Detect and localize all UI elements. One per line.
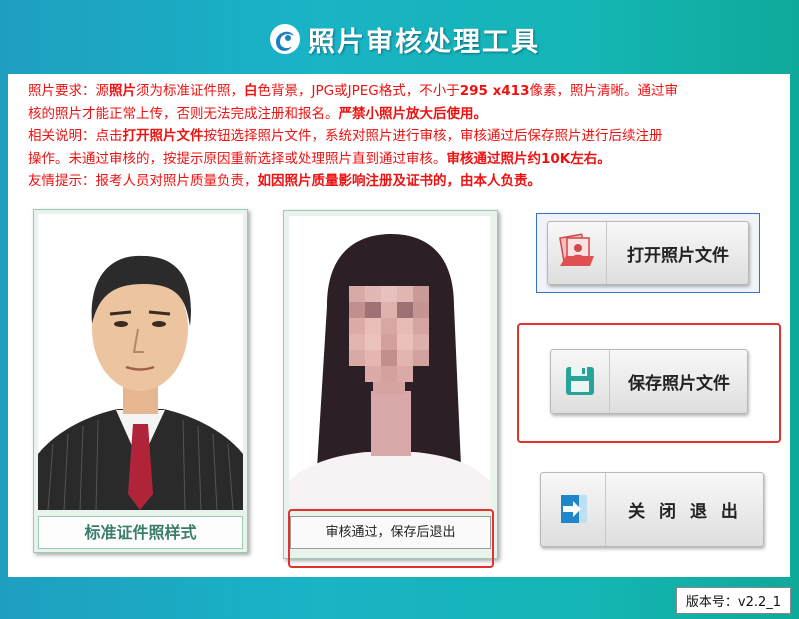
notice-line-tips: 友情提示：报考人员对照片质量负责，如因照片质量影响注册及证书的，由本人负责。 [28, 173, 541, 189]
app-title: 照片审核处理工具 [308, 27, 540, 58]
notice-line-requirements-2: 核的照片才能正常上传，否则无法完成注册和报名。严禁小照片放大后使用。 [28, 105, 487, 122]
sample-portrait-image [38, 214, 243, 510]
open-photo-button[interactable]: 打开照片文件 [547, 221, 749, 285]
save-photo-label: 保存照片文件 [628, 374, 730, 394]
uploaded-portrait-image [289, 216, 490, 507]
sample-photo-frame: 标准证件照样式 [33, 209, 248, 553]
uploaded-photo-frame: 审核通过，保存后退出 [283, 210, 498, 559]
uploaded-photo [289, 216, 490, 507]
notice-line-instructions-2: 操作。未通过审核的，按提示原因重新选择或处理照片直到通过审核。审核通过照片约10… [28, 150, 611, 167]
title-bar: 照片审核处理工具 [0, 0, 799, 72]
exit-icon-area [541, 473, 606, 546]
notice-line-requirements: 照片要求：源照片须为标准证件照，白色背景，JPG或JPEG格式，不小于295 x… [28, 83, 678, 99]
open-photo-icon-area [548, 222, 607, 284]
sample-photo [38, 214, 243, 510]
close-exit-label: 关 闭 退 出 [628, 502, 742, 522]
app-logo-icon [270, 24, 300, 54]
open-photo-icon [559, 233, 594, 266]
status-highlight-outline [288, 509, 494, 568]
close-exit-button[interactable]: 关 闭 退 出 [540, 472, 764, 547]
save-disk-icon [566, 367, 594, 395]
save-photo-icon-area [551, 350, 610, 413]
notice-text: 照片要求：源照片须为标准证件照，白色背景，JPG或JPEG格式，不小于295 x… [28, 80, 748, 193]
open-photo-label: 打开照片文件 [627, 245, 729, 266]
save-photo-button[interactable]: 保存照片文件 [550, 349, 748, 414]
exit-arrow-icon [561, 495, 587, 523]
notice-line-instructions: 相关说明：点击打开照片文件按钮选择照片文件，系统对照片进行审核，审核通过后保存照… [28, 128, 663, 144]
version-label: 版本号：v2.2_1 [676, 587, 791, 614]
sample-caption: 标准证件照样式 [38, 516, 243, 549]
